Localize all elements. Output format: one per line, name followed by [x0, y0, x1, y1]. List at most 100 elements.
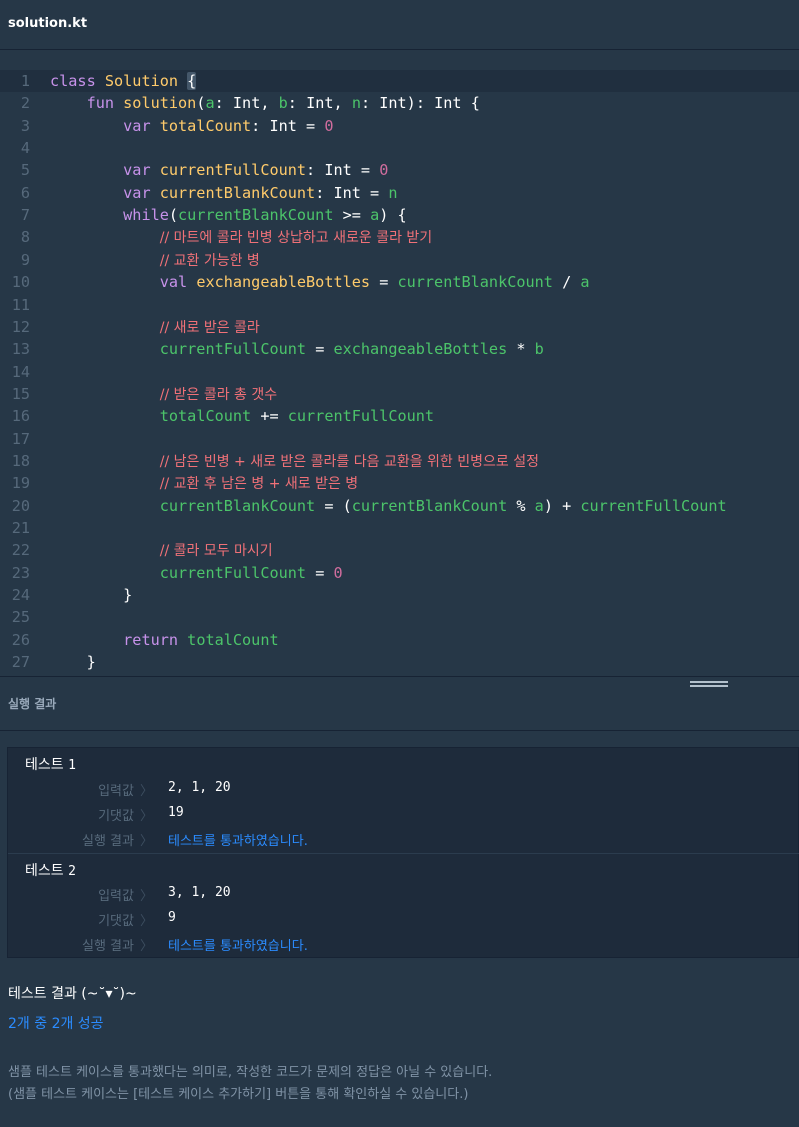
code-token: // 받은 콜라 총 갯수 — [159, 386, 278, 403]
expected-row: 기댓값 〉 19 — [8, 805, 799, 825]
code-token: currentFullCount — [159, 563, 307, 582]
code-token: a — [205, 94, 215, 113]
code-token: currentBlankCount — [159, 183, 316, 202]
code-token: / — [552, 273, 581, 292]
input-row: 입력값 〉 2, 1, 20 — [8, 780, 799, 800]
code-token: 0 — [379, 161, 389, 180]
code-line[interactable]: 9 // 교환 가능한 병 — [0, 249, 799, 271]
file-title: solution.kt — [8, 16, 88, 31]
code-token: while — [123, 206, 169, 225]
code-token: var — [123, 183, 160, 202]
code-line[interactable]: 27 } — [0, 651, 799, 673]
code-line[interactable]: 24 } — [0, 584, 799, 606]
code-token: // 콜라 모두 마시기 — [159, 543, 273, 560]
result-value: 테스트를 통과하였습니다. — [168, 939, 308, 954]
code-line[interactable]: 1 class Solution { — [0, 70, 799, 92]
code-text: val exchangeableBottles = currentBlankCo… — [50, 271, 590, 293]
line-number: 11 — [11, 295, 30, 314]
code-token: return — [123, 630, 188, 649]
code-line[interactable]: 18 // 남은 빈병 + 새로 받은 콜라를 다음 교환을 위한 빈병으로 설… — [0, 450, 799, 472]
code-line[interactable]: 26 return totalCount — [0, 629, 799, 651]
line-number: 19 — [11, 474, 30, 493]
code-text: // 콜라 모두 마시기 — [50, 539, 273, 562]
chevron-right-icon: 〉 — [139, 939, 153, 954]
test-number: 2 — [68, 864, 76, 879]
code-line[interactable]: 7 while(currentBlankCount >= a) { — [0, 204, 799, 226]
code-line[interactable]: 13 currentFullCount = exchangeableBottle… — [0, 338, 799, 360]
code-token: totalCount — [159, 407, 252, 426]
code-token: : Int = — [315, 183, 389, 202]
result-row: 실행 결과 〉 테스트를 통과하였습니다. — [8, 830, 799, 850]
line-number: 7 — [20, 206, 30, 225]
code-line[interactable]: 2 fun solution(a: Int, b: Int, n: Int): … — [0, 92, 799, 114]
code-line[interactable]: 3 var totalCount: Int = 0 — [0, 115, 799, 137]
test-title-label: 테스트 — [25, 757, 64, 773]
code-token: n — [351, 94, 361, 113]
code-line[interactable]: 12 // 새로 받은 콜라 — [0, 316, 799, 338]
code-text: // 교환 후 남은 병 + 새로 받은 병 — [50, 472, 358, 495]
test-title-label: 테스트 — [25, 863, 64, 879]
line-number: 25 — [11, 608, 30, 627]
code-token: // 교환 후 남은 병 + 새로 받은 병 — [159, 476, 359, 493]
code-text: totalCount += currentFullCount — [50, 405, 434, 427]
code-token: currentFullCount — [159, 340, 307, 359]
code-token: 0 — [324, 116, 334, 135]
code-line[interactable]: 21 — [0, 517, 799, 539]
code-text: // 마트에 콜라 빈병 상납하고 새로운 콜라 받기 — [50, 226, 432, 249]
code-line[interactable]: 11 — [0, 294, 799, 316]
line-number: 10 — [11, 273, 30, 292]
line-number: 20 — [11, 496, 30, 515]
code-token: : Int = — [306, 161, 380, 180]
input-label: 입력값 〉 — [13, 780, 153, 799]
test-number: 1 — [68, 758, 76, 773]
chevron-right-icon: 〉 — [139, 834, 153, 849]
chevron-right-icon: 〉 — [139, 784, 153, 799]
line-number: 15 — [11, 384, 30, 403]
chevron-right-icon: 〉 — [139, 809, 153, 824]
code-line[interactable]: 5 var currentFullCount: Int = 0 — [0, 159, 799, 181]
code-line[interactable]: 4 — [0, 137, 799, 159]
code-editor[interactable]: 1 class Solution {2 fun solution(a: Int, … — [0, 51, 799, 676]
code-line[interactable]: 8 // 마트에 콜라 빈병 상납하고 새로운 콜라 받기 — [0, 226, 799, 248]
resize-handle-icon[interactable] — [690, 681, 728, 691]
summary-title: 테스트 결과 (~˘▾˘)~ — [8, 986, 137, 1002]
code-line[interactable]: 6 var currentBlankCount: Int = n — [0, 182, 799, 204]
expected-value: 19 — [168, 805, 184, 820]
line-number: 23 — [11, 563, 30, 582]
code-line[interactable]: 19 // 교환 후 남은 병 + 새로 받은 병 — [0, 472, 799, 494]
result-header: 실행 결과 — [0, 676, 799, 731]
code-token: // 교환 가능한 병 — [159, 252, 260, 269]
code-text: currentFullCount = 0 — [50, 562, 343, 584]
test-title: 테스트 2 — [25, 860, 76, 880]
test-title: 테스트 1 — [25, 754, 76, 774]
code-line[interactable]: 17 — [0, 428, 799, 450]
code-token: totalCount — [187, 630, 279, 649]
code-line[interactable]: 23 currentFullCount = 0 — [0, 562, 799, 584]
code-line[interactable]: 10 val exchangeableBottles = currentBlan… — [0, 271, 799, 293]
code-line[interactable]: 16 totalCount += currentFullCount — [0, 405, 799, 427]
code-token: totalCount — [159, 116, 252, 135]
expected-label: 기댓값 〉 — [13, 805, 153, 824]
code-text: return totalCount — [50, 629, 279, 651]
line-number: 14 — [11, 362, 30, 381]
code-token: solution — [123, 94, 197, 113]
code-line[interactable]: 15 // 받은 콜라 총 갯수 — [0, 383, 799, 405]
result-label: 실행 결과 〉 — [13, 935, 153, 954]
code-line[interactable]: 25 — [0, 606, 799, 628]
code-text: // 교환 가능한 병 — [50, 249, 260, 272]
code-token: { — [187, 72, 197, 90]
expected-label-text: 기댓값 — [98, 914, 134, 929]
input-value: 2, 1, 20 — [168, 780, 231, 795]
code-line[interactable]: 20 currentBlankCount = (currentBlankCoun… — [0, 495, 799, 517]
code-line[interactable]: 22 // 콜라 모두 마시기 — [0, 539, 799, 561]
test-results: 테스트 1 입력값 〉 2, 1, 20 기댓값 〉 19 실행 결과 〉 테스트를 … — [7, 747, 799, 958]
line-number: 26 — [11, 630, 30, 649]
code-line[interactable]: 14 — [0, 361, 799, 383]
